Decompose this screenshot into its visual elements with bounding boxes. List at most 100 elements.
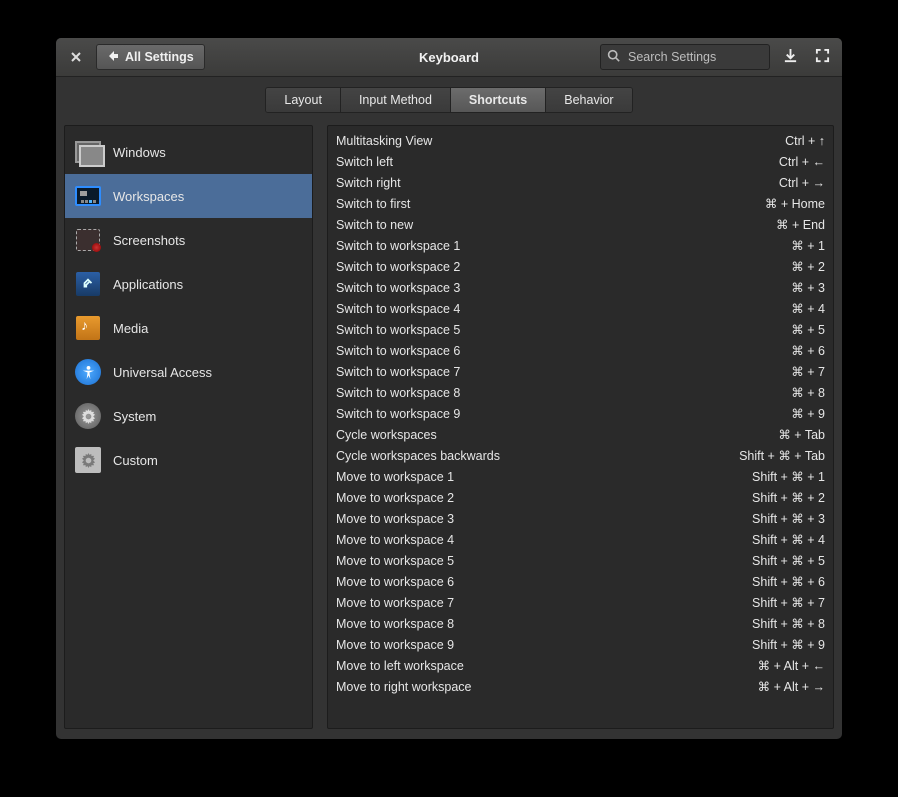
shortcut-action: Move to workspace 3 — [336, 512, 454, 526]
sidebar-item-screenshots[interactable]: Screenshots — [65, 218, 312, 262]
shortcut-action: Switch to workspace 7 — [336, 365, 460, 379]
shortcut-action: Move to workspace 5 — [336, 554, 454, 568]
shortcut-action: Switch to new — [336, 218, 413, 232]
shortcut-keys: Shift + ⌘ + Tab — [739, 448, 825, 463]
shortcut-list: Multitasking View Ctrl + ↑ Switch leftCtrl… — [327, 125, 834, 729]
sidebar: Windows Workspaces Screenshots Applications… — [64, 125, 313, 729]
tab-label: Input Method — [359, 93, 432, 107]
shortcut-row[interactable]: Move to left workspace⌘ + Alt + ← — [328, 655, 833, 676]
shortcut-row[interactable]: Switch rightCtrl + → — [328, 172, 833, 193]
shortcut-row[interactable]: Move to workspace 1Shift + ⌘ + 1 — [328, 466, 833, 487]
maximize-button[interactable] — [810, 45, 834, 69]
sidebar-item-workspaces[interactable]: Workspaces — [65, 174, 312, 218]
shortcut-action: Cycle workspaces backwards — [336, 449, 500, 463]
back-all-settings-button[interactable]: All Settings — [96, 44, 205, 70]
sidebar-item-system[interactable]: System — [65, 394, 312, 438]
shortcut-row[interactable]: Switch leftCtrl + ← — [328, 151, 833, 172]
sidebar-item-applications[interactable]: Applications — [65, 262, 312, 306]
shortcut-action: Switch to workspace 8 — [336, 386, 460, 400]
download-button[interactable] — [778, 45, 802, 69]
shortcut-action: Switch to workspace 6 — [336, 344, 460, 358]
shortcut-action: Switch to workspace 1 — [336, 239, 460, 253]
titlebar: All Settings Keyboard — [56, 38, 842, 77]
maximize-icon — [815, 48, 830, 66]
sidebar-item-media[interactable]: Media — [65, 306, 312, 350]
shortcut-row[interactable]: Move to workspace 9Shift + ⌘ + 9 — [328, 634, 833, 655]
shortcut-row[interactable]: Switch to workspace 1 ⌘ + 1 — [328, 235, 833, 256]
sidebar-item-label: Universal Access — [113, 365, 212, 380]
shortcut-row[interactable]: Move to workspace 3Shift + ⌘ + 3 — [328, 508, 833, 529]
sidebar-item-label: Screenshots — [113, 233, 185, 248]
shortcut-keys: Shift + ⌘ + 9 — [752, 637, 825, 652]
shortcut-action: Move to workspace 6 — [336, 575, 454, 589]
shortcut-row[interactable]: Switch to first⌘ + Home — [328, 193, 833, 214]
shortcut-action: Switch to workspace 3 — [336, 281, 460, 295]
shortcut-keys: ⌘ + 6 — [791, 343, 825, 358]
shortcut-keys: Shift + ⌘ + 8 — [752, 616, 825, 631]
shortcut-keys: Shift + ⌘ + 4 — [752, 532, 825, 547]
shortcut-keys: Shift + ⌘ + 2 — [752, 490, 825, 505]
shortcut-row[interactable]: Move to workspace 2 Shift + ⌘ + 2 — [328, 487, 833, 508]
shortcut-action: Switch to first — [336, 197, 410, 211]
sidebar-item-windows[interactable]: Windows — [65, 130, 312, 174]
shortcut-action: Switch to workspace 2 — [336, 260, 460, 274]
shortcut-action: Switch to workspace 4 — [336, 302, 460, 316]
close-button[interactable] — [64, 45, 88, 69]
shortcut-row[interactable]: Switch to workspace 8⌘ + 8 — [328, 382, 833, 403]
tab-behavior[interactable]: Behavior — [546, 88, 631, 112]
shortcut-row[interactable]: Switch to workspace 7⌘ + 7 — [328, 361, 833, 382]
tab-layout[interactable]: Layout — [266, 88, 341, 112]
shortcut-row[interactable]: Move to workspace 4Shift + ⌘ + 4 — [328, 529, 833, 550]
shortcut-row[interactable]: Switch to workspace 9⌘ + 9 — [328, 403, 833, 424]
shortcut-row[interactable]: Move to right workspace ⌘ + Alt + → — [328, 676, 833, 697]
sidebar-item-label: Custom — [113, 453, 158, 468]
sidebar-item-universal-access[interactable]: Universal Access — [65, 350, 312, 394]
shortcut-keys: ⌘ + 5 — [791, 322, 825, 337]
shortcut-action: Move to right workspace — [336, 680, 471, 694]
tab-label: Shortcuts — [469, 93, 527, 107]
back-button-label: All Settings — [125, 50, 194, 64]
search-input[interactable] — [626, 49, 791, 65]
shortcut-keys: ⌘ + End — [776, 217, 825, 232]
shortcut-action: Move to workspace 2 — [336, 491, 454, 505]
shortcut-keys: ⌘ + 2 — [791, 259, 825, 274]
shortcut-row[interactable]: Move to workspace 7Shift + ⌘ + 7 — [328, 592, 833, 613]
shortcut-action: Switch left — [336, 155, 393, 169]
shortcut-row[interactable]: Cycle workspaces⌘ + Tab — [328, 424, 833, 445]
shortcut-row[interactable]: Move to workspace 5Shift + ⌘ + 5 — [328, 550, 833, 571]
shortcut-row[interactable]: Cycle workspaces backwards Shift + ⌘ + Ta… — [328, 445, 833, 466]
sidebar-item-label: Windows — [113, 145, 166, 160]
shortcut-row[interactable]: Switch to workspace 4 ⌘ + 4 — [328, 298, 833, 319]
shortcut-action: Move to workspace 8 — [336, 617, 454, 631]
sidebar-item-custom[interactable]: Custom — [65, 438, 312, 482]
sidebar-item-label: Applications — [113, 277, 183, 292]
settings-window: All Settings Keyboard Lay — [55, 37, 843, 740]
shortcut-keys: ⌘ + Alt + → — [758, 679, 825, 694]
shortcut-row[interactable]: Move to workspace 6Shift + ⌘ + 6 — [328, 571, 833, 592]
shortcut-keys: Ctrl + ↑ — [785, 134, 825, 148]
shortcut-keys: ⌘ + 1 — [791, 238, 825, 253]
shortcut-keys: ⌘ + 3 — [791, 280, 825, 295]
media-icon — [76, 316, 100, 340]
back-arrow-icon — [107, 50, 119, 65]
shortcut-row[interactable]: Switch to new ⌘ + End — [328, 214, 833, 235]
shortcut-row[interactable]: Switch to workspace 5 ⌘ + 5 — [328, 319, 833, 340]
shortcut-row[interactable]: Switch to workspace 2 ⌘ + 2 — [328, 256, 833, 277]
gear-icon — [75, 447, 101, 473]
tab-shortcuts[interactable]: Shortcuts — [451, 88, 546, 112]
shortcut-keys: Shift + ⌘ + 1 — [752, 469, 825, 484]
workspaces-icon — [75, 186, 101, 206]
tab-input-method[interactable]: Input Method — [341, 88, 451, 112]
search-field[interactable] — [600, 44, 770, 70]
shortcut-row[interactable]: Multitasking View Ctrl + ↑ — [328, 130, 833, 151]
shortcut-row[interactable]: Switch to workspace 3 ⌘ + 3 — [328, 277, 833, 298]
shortcut-action: Switch to workspace 5 — [336, 323, 460, 337]
shortcut-action: Move to workspace 7 — [336, 596, 454, 610]
shortcut-row[interactable]: Switch to workspace 6 ⌘ + 6 — [328, 340, 833, 361]
shortcut-action: Switch right — [336, 176, 401, 190]
shortcut-keys: ⌘ + 4 — [791, 301, 825, 316]
shortcut-row[interactable]: Move to workspace 8 Shift + ⌘ + 8 — [328, 613, 833, 634]
shortcut-action: Cycle workspaces — [336, 428, 437, 442]
sidebar-item-label: Workspaces — [113, 189, 184, 204]
shortcut-action: Multitasking View — [336, 134, 432, 148]
